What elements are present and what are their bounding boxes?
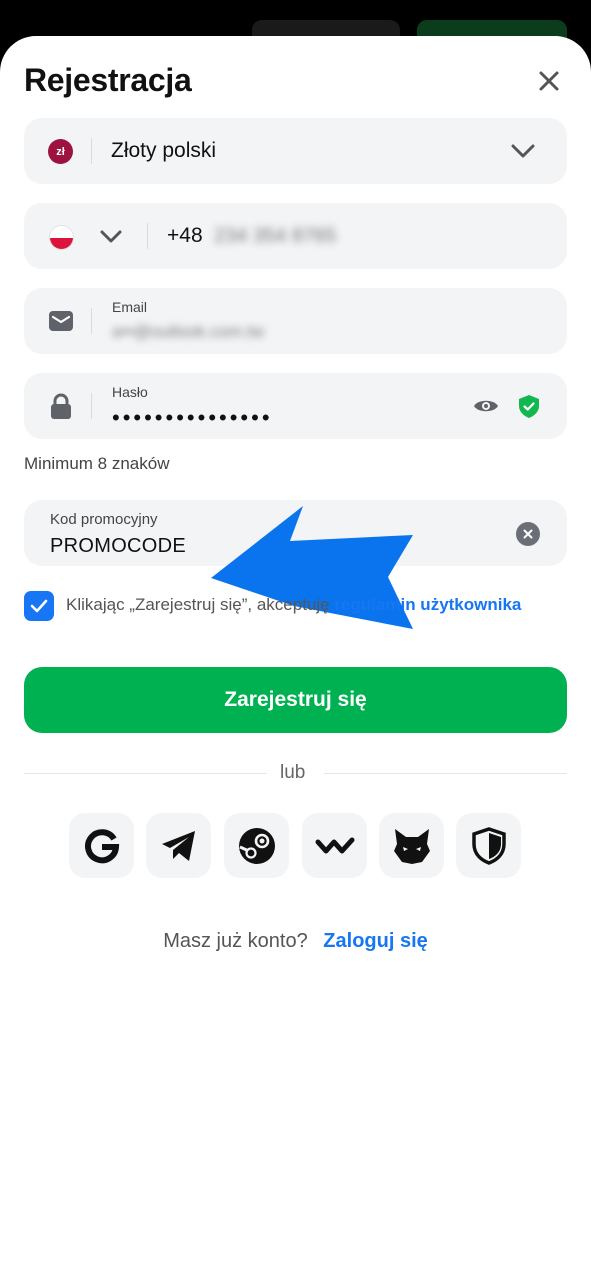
currency-select[interactable]: zł Złoty polski (24, 118, 567, 184)
register-button[interactable]: Zarejestruj się (24, 667, 567, 733)
checkmark-icon (30, 599, 48, 613)
divider-line (24, 773, 267, 774)
clear-promo-button[interactable] (516, 522, 540, 546)
walletconnect-icon (315, 837, 354, 853)
page-title: Rejestracja (24, 62, 192, 98)
steam-login-button[interactable] (224, 813, 289, 878)
email-label: Email (112, 299, 148, 315)
terms-statement: Klikając „Zarejestruj się”, akceptuję (66, 595, 330, 614)
close-icon (539, 71, 559, 91)
terms-text: Klikając „Zarejestruj się”, akceptuję re… (66, 593, 536, 617)
email-field[interactable]: Email a••@outlook.com.tw (24, 288, 567, 354)
shield-wallet-icon (471, 826, 506, 865)
or-divider: lub (24, 762, 567, 786)
promo-code-label: Kod promocyjny (50, 511, 158, 528)
steam-icon (238, 827, 275, 864)
divider (91, 393, 92, 419)
divider (91, 308, 92, 334)
country-select-chevron-down-icon[interactable] (98, 223, 124, 249)
promo-code-value: PROMOCODE (50, 535, 187, 557)
shield-wallet-login-button[interactable] (456, 813, 521, 878)
password-field[interactable]: Hasło ••••••••••••••• (24, 373, 567, 439)
email-value-blurred: a••@outlook.com.tw (112, 322, 264, 341)
phone-prefix: +48 (167, 224, 203, 247)
login-prompt: Masz już konto? Zaloguj się (0, 930, 591, 953)
poland-flag-icon (49, 225, 74, 250)
currency-label: Złoty polski (111, 139, 217, 162)
currency-badge: zł (48, 139, 73, 164)
password-value-masked: ••••••••••••••• (112, 405, 273, 430)
divider (147, 223, 148, 249)
telegram-icon (161, 830, 195, 861)
login-link[interactable]: Zaloguj się (323, 930, 427, 952)
google-login-button[interactable] (69, 813, 134, 878)
registration-sheet: Rejestracja zł Złoty polski +48 234 354 … (0, 36, 591, 1280)
lock-icon (50, 392, 72, 420)
terms-checkbox[interactable] (24, 591, 54, 621)
divider-line (324, 773, 567, 774)
or-text: lub (280, 762, 306, 783)
phone-field[interactable]: +48 234 354 8765 (24, 203, 567, 269)
eye-icon[interactable] (473, 394, 499, 418)
terms-link[interactable]: regulamin użytkownika (334, 595, 521, 614)
password-label: Hasło (112, 384, 148, 400)
login-question: Masz już konto? (163, 930, 308, 952)
mail-icon (48, 309, 74, 333)
close-button[interactable] (532, 64, 566, 98)
password-hint: Minimum 8 znaków (24, 454, 170, 473)
google-icon (84, 828, 119, 863)
metamask-fox-icon (393, 828, 430, 864)
clear-icon (523, 529, 533, 539)
telegram-login-button[interactable] (146, 813, 211, 878)
verified-shield-icon (517, 393, 541, 419)
phone-number-blurred: 234 354 8765 (214, 225, 337, 247)
metamask-login-button[interactable] (379, 813, 444, 878)
walletconnect-login-button[interactable] (302, 813, 367, 878)
chevron-down-icon (510, 138, 536, 164)
divider (91, 138, 92, 164)
